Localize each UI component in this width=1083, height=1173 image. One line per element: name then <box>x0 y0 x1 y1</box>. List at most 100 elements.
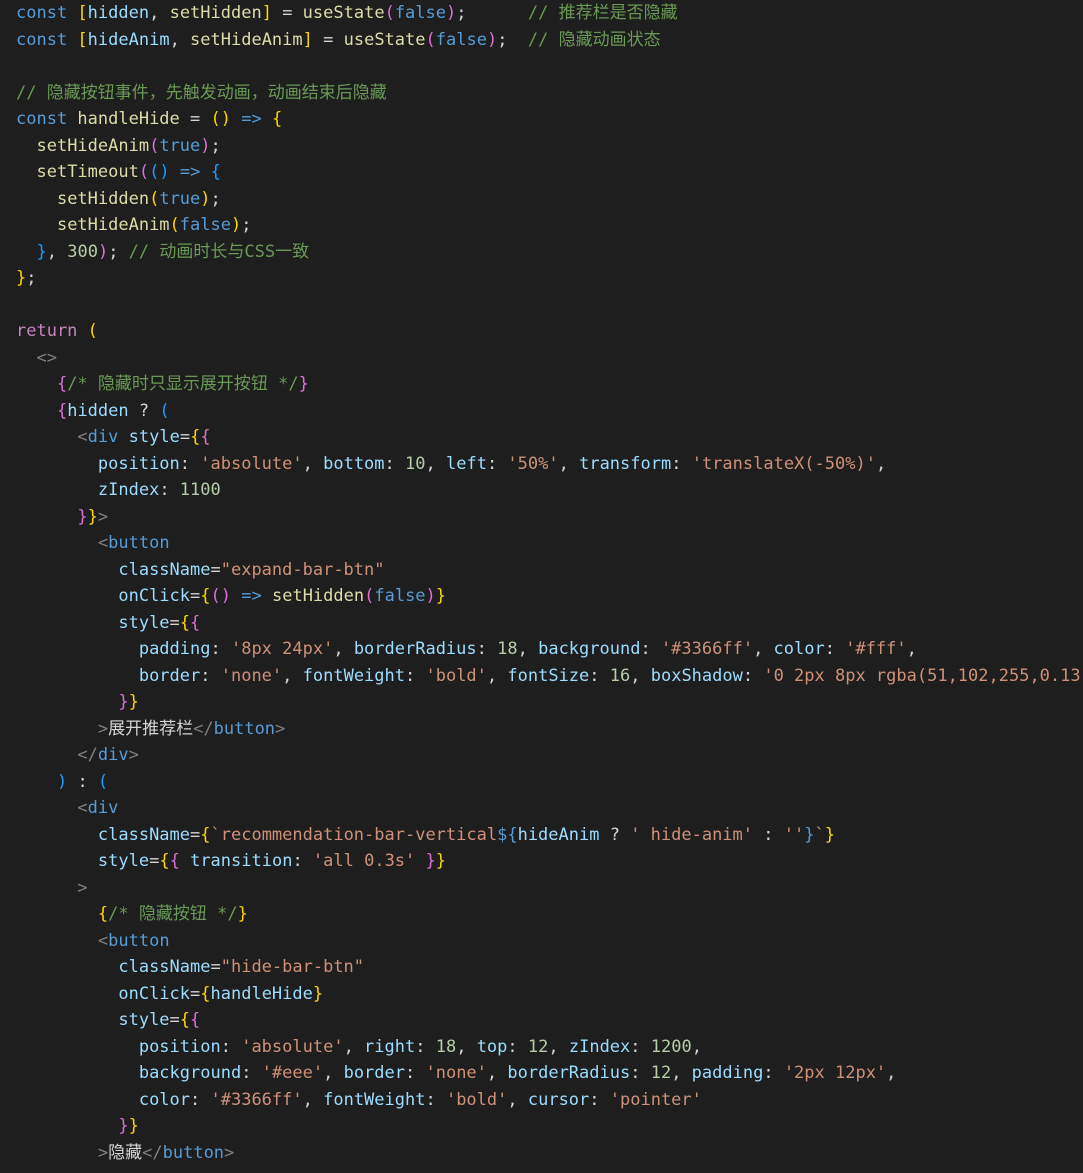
code-line[interactable]: style={{ <box>16 1007 1083 1034</box>
code-token: ( <box>425 29 436 50</box>
code-token: left <box>445 453 487 474</box>
code-line[interactable]: style={{ <box>16 610 1083 637</box>
code-line[interactable]: > <box>16 875 1083 902</box>
code-line[interactable]: color: '#3366ff', fontWeight: 'bold', cu… <box>16 1087 1083 1114</box>
code-token: '50%' <box>507 453 559 474</box>
code-token: '#3366ff' <box>660 639 754 659</box>
code-line[interactable]: className="hide-bar-btn" <box>16 954 1083 981</box>
code-line[interactable]: <div <box>16 795 1083 822</box>
code-line[interactable]: <button <box>16 928 1083 955</box>
code-line[interactable]: }} <box>16 1113 1083 1140</box>
code-line[interactable]: return ( <box>16 318 1083 345</box>
code-token: = <box>190 586 201 606</box>
code-token: ] <box>302 29 313 50</box>
code-token: ) <box>446 3 457 23</box>
code-token: </ <box>193 718 214 739</box>
code-token: </ <box>142 1142 163 1163</box>
code-token: = <box>271 3 303 23</box>
code-line[interactable]: {/* 隐藏按钮 */} <box>16 901 1083 928</box>
code-line[interactable]: }} <box>16 689 1083 716</box>
code-content[interactable]: const [hidden, setHidden] = useState(fal… <box>16 0 1083 1166</box>
code-line[interactable]: >隐藏</button> <box>16 1140 1083 1167</box>
code-line[interactable]: onClick={handleHide} <box>16 981 1083 1008</box>
code-token: { <box>190 612 201 633</box>
code-line[interactable]: position: 'absolute', bottom: 10, left: … <box>16 451 1083 478</box>
code-line[interactable]: }}> <box>16 504 1083 531</box>
code-line[interactable]: >展开推荐栏</button> <box>16 716 1083 743</box>
code-line[interactable]: // 隐藏按钮事件，先触发动画，动画结束后隐藏 <box>16 80 1083 107</box>
code-line[interactable]: padding: '8px 24px', borderRadius: 18, b… <box>16 636 1083 663</box>
code-token: > <box>275 718 286 739</box>
code-line[interactable]: background: '#eee', border: 'none', bord… <box>16 1060 1083 1087</box>
code-line[interactable]: ​ <box>16 53 1083 80</box>
code-token: ( <box>87 321 98 341</box>
code-line[interactable]: zIndex: 1100 <box>16 477 1083 504</box>
code-token: color <box>773 639 825 659</box>
code-line[interactable]: const [hideAnim, setHideAnim] = useState… <box>16 27 1083 54</box>
code-line[interactable]: position: 'absolute', right: 18, top: 12… <box>16 1034 1083 1061</box>
code-line[interactable]: setTimeout(() => { <box>16 159 1083 186</box>
code-line[interactable]: }, 300); // 动画时长与CSS一致 <box>16 239 1083 266</box>
code-token: </ <box>77 745 98 765</box>
code-line[interactable]: const [hidden, setHidden] = useState(fal… <box>16 0 1083 27</box>
code-line[interactable]: className="expand-bar-btn" <box>16 557 1083 584</box>
code-token: , <box>456 1036 477 1057</box>
code-line[interactable]: }; <box>16 265 1083 292</box>
code-token: : <box>742 665 764 686</box>
code-token: } <box>87 506 98 527</box>
code-line[interactable]: {hidden ? ( <box>16 398 1083 425</box>
code-token: : <box>405 1063 426 1083</box>
code-token: false <box>374 586 426 606</box>
code-token: : <box>824 639 846 659</box>
code-token: ( <box>97 771 109 792</box>
code-token: true <box>159 188 201 209</box>
code-token: 1100 <box>179 480 221 500</box>
code-line[interactable]: onClick={() => setHidden(false)} <box>16 583 1083 610</box>
code-token: 隐藏 <box>108 1142 143 1163</box>
code-line[interactable]: style={{ transition: 'all 0.3s' }} <box>16 848 1083 875</box>
code-line[interactable]: <div style={{ <box>16 424 1083 451</box>
code-token: } <box>118 1116 129 1136</box>
code-line[interactable]: setHideAnim(false); <box>16 212 1083 239</box>
code-line[interactable]: ​ <box>16 292 1083 319</box>
code-token: fontWeight <box>302 665 405 686</box>
code-line[interactable]: className={`recommendation-bar-vertical$… <box>16 822 1083 849</box>
code-token: onClick <box>118 586 191 606</box>
code-token: button <box>108 930 170 951</box>
code-line[interactable]: setHideAnim(true); <box>16 133 1083 160</box>
code-token: } <box>128 692 139 712</box>
code-token: color <box>138 1089 191 1110</box>
code-line[interactable]: {/* 隐藏时只显示展开按钮 */} <box>16 371 1083 398</box>
code-token: hidden <box>87 3 150 23</box>
code-token: > <box>97 718 109 739</box>
code-token: } <box>16 268 27 288</box>
code-token: , <box>486 1063 508 1083</box>
code-token: ( <box>169 215 180 235</box>
code-token: setTimeout <box>36 162 139 182</box>
code-token: className <box>118 559 211 580</box>
code-line[interactable]: <> <box>16 345 1083 372</box>
code-token: hideAnim <box>87 29 170 50</box>
code-token: /* 隐藏按钮 */ <box>108 904 238 924</box>
code-line[interactable]: </div> <box>16 742 1083 769</box>
code-line[interactable]: const handleHide = () => { <box>16 106 1083 133</box>
code-line[interactable]: ) : ( <box>16 769 1083 796</box>
code-token: ( <box>149 135 160 156</box>
code-token: position <box>138 1036 221 1057</box>
code-token: ; <box>210 188 221 209</box>
code-token: : <box>200 665 221 686</box>
code-line[interactable]: <button <box>16 530 1083 557</box>
code-token: { <box>200 427 211 447</box>
code-line[interactable]: setHidden(true); <box>16 186 1083 213</box>
code-token: bottom <box>323 453 385 474</box>
code-line[interactable]: border: 'none', fontWeight: 'bold', font… <box>16 663 1083 690</box>
code-editor[interactable]: const [hidden, setHidden] = useState(fal… <box>0 0 1083 1173</box>
